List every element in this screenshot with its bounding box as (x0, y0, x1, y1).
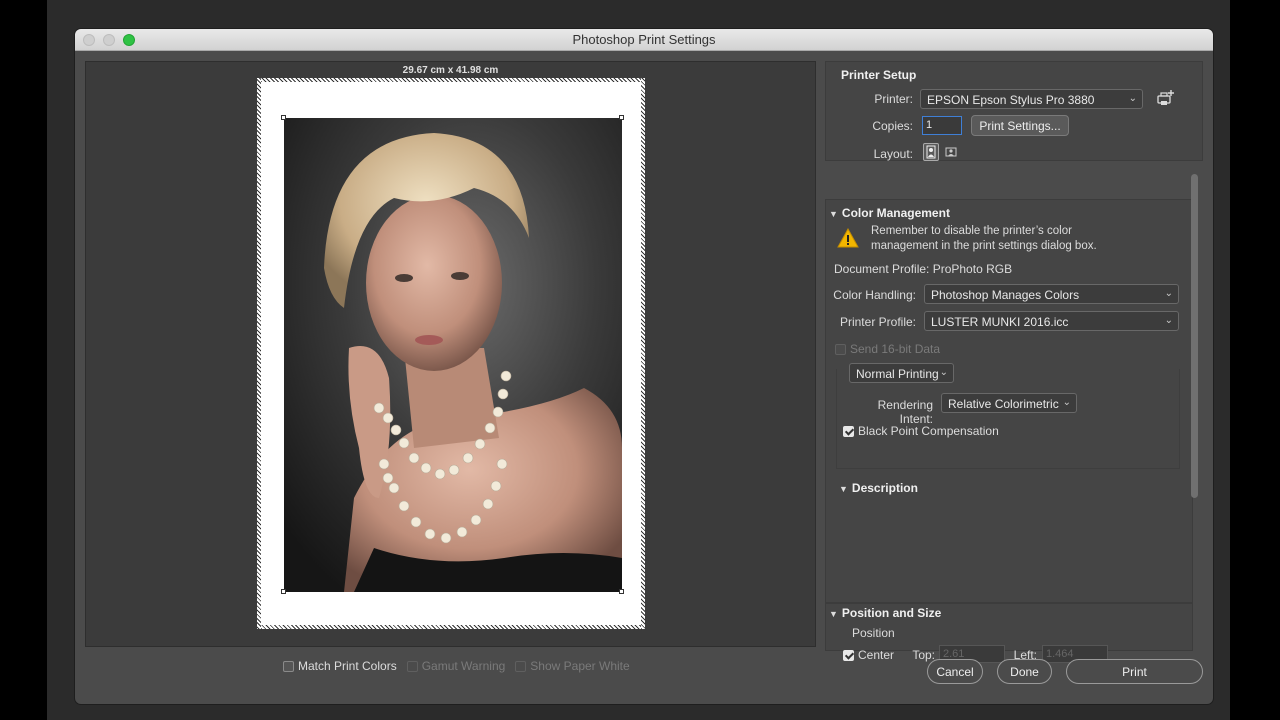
color-management-header[interactable]: ▼ Color Management (829, 206, 950, 220)
send-16bit-label: Send 16-bit Data (850, 342, 941, 356)
document-profile-text: Document Profile: ProPhoto RGB (834, 262, 1013, 276)
chevron-down-icon: ⌄ (1128, 93, 1137, 104)
layout-label: Layout: (873, 147, 913, 161)
show-paper-white-option: Show Paper White (515, 659, 630, 673)
printer-setup-header: Printer Setup (841, 68, 917, 82)
rendering-intent-select[interactable]: Relative Colorimetric ⌄ (941, 393, 1077, 413)
preview-photo[interactable] (284, 118, 622, 592)
print-settings-dialog: Photoshop Print Settings 29.67 cm x 41.9… (75, 29, 1213, 704)
rendering-intent-value: Relative Colorimetric (948, 397, 1059, 411)
bpc-checkbox[interactable] (843, 426, 854, 438)
collapse-triangle-icon: ▼ (829, 609, 838, 619)
crop-handle-bottom-right[interactable] (619, 589, 624, 594)
preview-options: Match Print Colors Gamut Warning Show Pa… (283, 658, 630, 674)
paper-size-label: 29.67 cm x 41.98 cm (402, 65, 499, 76)
center-option[interactable]: Center (843, 648, 894, 662)
send-16bit-checkbox (835, 344, 846, 356)
gamut-warning-checkbox (406, 661, 418, 673)
portrait-layout-icon[interactable] (923, 143, 939, 161)
copies-label: Copies: (872, 119, 913, 133)
top-label: Top: (912, 648, 935, 662)
portrait-image (284, 118, 622, 592)
add-printer-icon[interactable] (1156, 89, 1176, 107)
print-settings-button[interactable]: Print Settings... (971, 115, 1069, 136)
crop-handle-top-right[interactable] (619, 115, 624, 120)
crop-handle-top-left[interactable] (281, 115, 286, 120)
position-size-header[interactable]: ▼ Position and Size (829, 606, 941, 620)
center-checkbox[interactable] (843, 650, 854, 662)
chevron-down-icon: ⌄ (1062, 397, 1071, 408)
description-header[interactable]: ▼ Description (839, 481, 918, 495)
match-print-colors-option[interactable]: Match Print Colors (283, 659, 397, 673)
warning-icon (837, 227, 859, 248)
paper-sheet (257, 78, 645, 629)
window-title: Photoshop Print Settings (572, 32, 716, 47)
printer-select[interactable]: EPSON Epson Stylus Pro 3880 ⌄ (920, 89, 1143, 109)
collapse-triangle-icon: ▼ (829, 209, 838, 219)
print-mode-value: Normal Printing (856, 367, 939, 381)
printer-select-value: EPSON Epson Stylus Pro 3880 (927, 93, 1095, 107)
color-handling-value: Photoshop Manages Colors (931, 288, 1080, 302)
match-print-colors-checkbox[interactable] (283, 661, 294, 673)
warning-text-line2: management in the print settings dialog … (871, 240, 1097, 252)
chevron-down-icon: ⌄ (939, 367, 948, 378)
center-label: Center (858, 648, 895, 662)
send-16bit-option: Send 16-bit Data (835, 342, 940, 356)
printer-profile-value: LUSTER MUNKI 2016.icc (931, 315, 1069, 329)
show-paper-white-checkbox (515, 661, 527, 673)
crop-handle-bottom-left[interactable] (281, 589, 286, 594)
landscape-layout-icon[interactable] (944, 145, 960, 159)
printer-label: Printer: (874, 92, 913, 106)
gamut-warning-option: Gamut Warning (406, 659, 506, 673)
position-label: Position (852, 626, 895, 640)
print-preview-area: 29.67 cm x 41.98 cm (85, 61, 816, 647)
warning-text-line1: Remember to disable the printer’s color (871, 225, 1072, 237)
bpc-label: Black Point Compensation (858, 424, 999, 438)
printer-profile-label: Printer Profile: (839, 315, 916, 329)
chevron-down-icon: ⌄ (1164, 288, 1173, 299)
panel-scrollbar-thumb[interactable] (1191, 174, 1198, 498)
collapse-triangle-icon: ▼ (839, 484, 848, 494)
bpc-option[interactable]: Black Point Compensation (843, 424, 999, 438)
match-print-colors-label: Match Print Colors (298, 659, 397, 673)
color-handling-select[interactable]: Photoshop Manages Colors ⌄ (924, 284, 1179, 304)
done-button[interactable]: Done (997, 659, 1052, 684)
cancel-button[interactable]: Cancel (927, 659, 983, 684)
printer-profile-select[interactable]: LUSTER MUNKI 2016.icc ⌄ (924, 311, 1179, 331)
print-mode-select[interactable]: Normal Printing ⌄ (849, 363, 954, 383)
copies-input[interactable]: 1 (922, 116, 962, 135)
gamut-warning-label: Gamut Warning (421, 659, 506, 673)
show-paper-white-label: Show Paper White (530, 659, 630, 673)
color-handling-label: Color Handling: (833, 288, 916, 302)
print-button[interactable]: Print (1066, 659, 1203, 684)
title-bar: Photoshop Print Settings (75, 29, 1213, 51)
rendering-intent-label: Rendering Intent: (877, 398, 933, 426)
chevron-down-icon: ⌄ (1164, 315, 1173, 326)
settings-panel: Printer Setup Printer: EPSON Epson Stylu… (825, 61, 1205, 663)
